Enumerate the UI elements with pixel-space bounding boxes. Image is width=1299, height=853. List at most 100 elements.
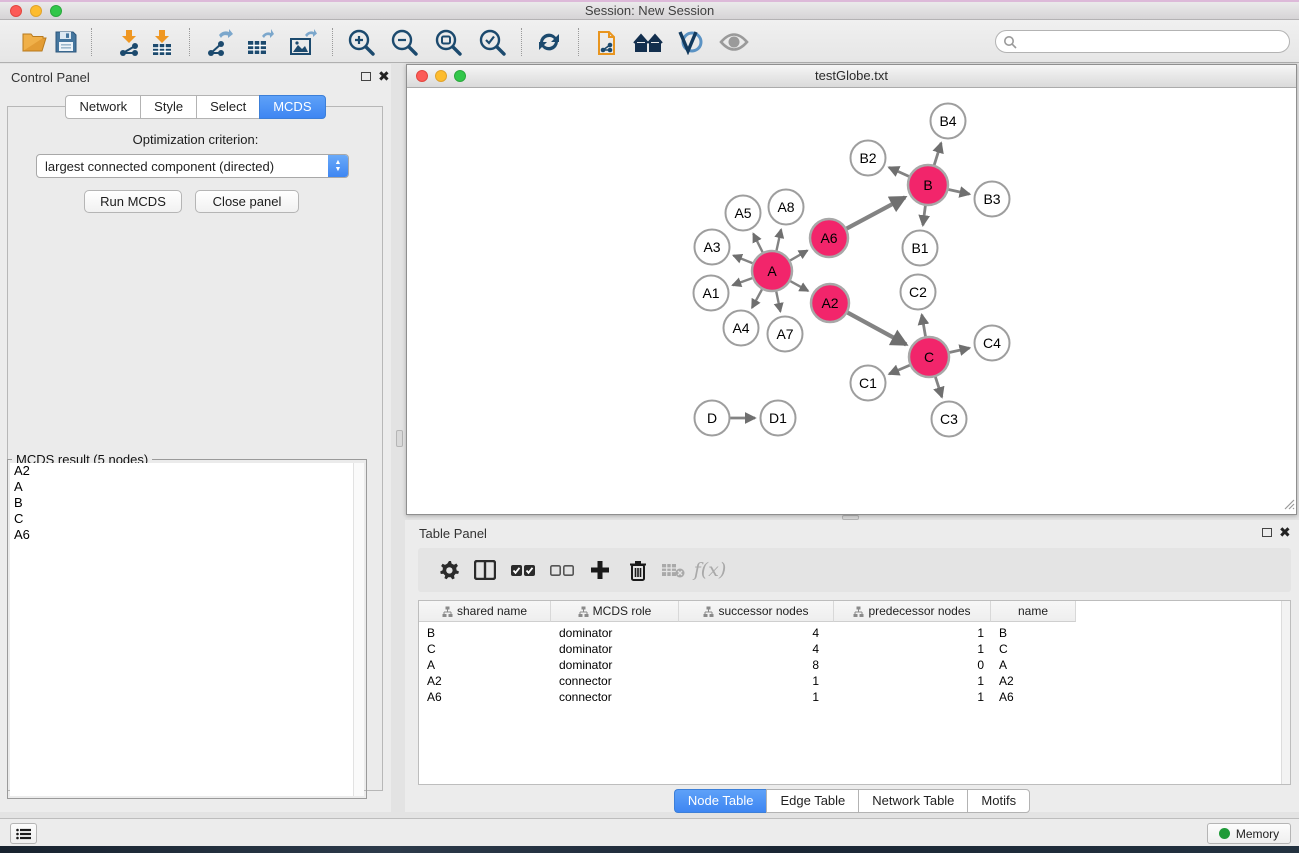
graph-node-a7[interactable]: A7 <box>768 317 803 352</box>
unselect-all-columns-icon[interactable] <box>547 555 577 585</box>
graph-node-b2[interactable]: B2 <box>851 141 886 176</box>
export-table-icon[interactable] <box>244 26 276 58</box>
graph-node-c2[interactable]: C2 <box>901 275 936 310</box>
tab-network-table[interactable]: Network Table <box>858 789 967 813</box>
optimization-criterion-select[interactable]: largest connected component (directed) ▲… <box>36 154 349 178</box>
graph-node-c4[interactable]: C4 <box>975 326 1010 361</box>
vertical-splitter-handle[interactable] <box>396 430 403 447</box>
graph-node-d1[interactable]: D1 <box>761 401 796 436</box>
table-cell[interactable]: 1 <box>834 625 984 641</box>
table-cell[interactable]: A <box>427 657 537 673</box>
list-item[interactable]: A6 <box>10 527 355 543</box>
table-cell[interactable]: C <box>999 641 1069 657</box>
graph-node-d[interactable]: D <box>695 401 730 436</box>
column-header-name[interactable]: name <box>991 601 1076 622</box>
list-item[interactable]: B <box>10 495 355 511</box>
list-scrollbar[interactable] <box>353 463 364 796</box>
graph-node-a4[interactable]: A4 <box>724 311 759 346</box>
close-panel-button[interactable]: Close panel <box>195 190 299 213</box>
graph-node-a1[interactable]: A1 <box>694 276 729 311</box>
tab-motifs[interactable]: Motifs <box>967 789 1030 813</box>
graph-node-c1[interactable]: C1 <box>851 366 886 401</box>
graph-node-b[interactable]: B <box>908 165 948 205</box>
apply-layout-icon[interactable] <box>533 26 565 58</box>
list-item[interactable]: A <box>10 479 355 495</box>
float-table-panel-icon[interactable] <box>1262 528 1272 537</box>
table-cell[interactable]: dominator <box>559 625 669 641</box>
table-cell[interactable]: 4 <box>679 641 819 657</box>
list-item[interactable]: C <box>10 511 355 527</box>
column-header-predecessor-nodes[interactable]: predecessor nodes <box>834 601 991 622</box>
select-all-columns-icon[interactable] <box>508 555 538 585</box>
tab-select[interactable]: Select <box>196 95 259 119</box>
table-cell[interactable]: connector <box>559 689 669 705</box>
list-item[interactable]: A2 <box>10 463 355 479</box>
tab-edge-table[interactable]: Edge Table <box>766 789 858 813</box>
table-scrollbar[interactable] <box>1281 601 1290 784</box>
table-cell[interactable]: connector <box>559 673 669 689</box>
table-options-gear-icon[interactable] <box>434 555 464 585</box>
graph-node-a6[interactable]: A6 <box>810 219 848 257</box>
node-table[interactable]: shared name MCDS role successor nodes pr… <box>418 600 1291 785</box>
graph-node-a5[interactable]: A5 <box>726 196 761 231</box>
table-cell[interactable]: 4 <box>679 625 819 641</box>
table-cell[interactable]: dominator <box>559 657 669 673</box>
table-cell[interactable]: A2 <box>427 673 537 689</box>
minimize-window-button[interactable] <box>30 5 42 17</box>
show-all-icon[interactable] <box>718 26 750 58</box>
table-cell[interactable]: 1 <box>679 689 819 705</box>
search-field[interactable] <box>995 30 1290 53</box>
tab-network[interactable]: Network <box>65 95 140 119</box>
table-cell[interactable]: 8 <box>679 657 819 673</box>
first-neighbors-icon[interactable] <box>632 26 664 58</box>
save-session-icon[interactable] <box>50 26 82 58</box>
open-session-icon[interactable] <box>18 26 50 58</box>
window-resize-grip[interactable] <box>1281 496 1295 513</box>
table-cell[interactable]: C <box>427 641 537 657</box>
float-panel-icon[interactable] <box>361 72 371 81</box>
table-cell[interactable]: A2 <box>999 673 1069 689</box>
search-input[interactable] <box>1017 35 1267 49</box>
close-panel-icon[interactable]: ✖ <box>378 68 390 85</box>
mcds-result-list[interactable]: A2 A B C A6 <box>10 463 355 796</box>
graph-node-a[interactable]: A <box>752 251 792 291</box>
graph-node-a3[interactable]: A3 <box>695 230 730 265</box>
close-window-button[interactable] <box>10 5 22 17</box>
graph-node-a8[interactable]: A8 <box>769 190 804 225</box>
create-column-icon[interactable] <box>585 555 615 585</box>
tab-node-table[interactable]: Node Table <box>674 789 767 813</box>
table-cell[interactable]: B <box>427 625 537 641</box>
table-cell[interactable]: dominator <box>559 641 669 657</box>
table-cell[interactable]: 1 <box>679 673 819 689</box>
graph-node-c3[interactable]: C3 <box>932 402 967 437</box>
zoom-network-button[interactable] <box>454 70 466 82</box>
network-window-titlebar[interactable]: testGlobe.txt <box>407 65 1296 88</box>
import-network-icon[interactable] <box>113 26 145 58</box>
show-panels-list-button[interactable] <box>10 823 37 844</box>
import-table-icon[interactable] <box>146 26 178 58</box>
graph-node-a2[interactable]: A2 <box>811 284 849 322</box>
zoom-fit-icon[interactable] <box>432 26 464 58</box>
graph-node-b1[interactable]: B1 <box>903 231 938 266</box>
tab-style[interactable]: Style <box>140 95 196 119</box>
new-network-from-selection-icon[interactable] <box>590 26 622 58</box>
column-header-successor-nodes[interactable]: successor nodes <box>679 601 834 622</box>
zoom-out-icon[interactable] <box>388 26 420 58</box>
zoom-selected-icon[interactable] <box>476 26 508 58</box>
table-cell[interactable]: 1 <box>834 641 984 657</box>
minimize-network-button[interactable] <box>435 70 447 82</box>
table-cell[interactable]: B <box>999 625 1069 641</box>
export-image-icon[interactable] <box>287 26 319 58</box>
network-canvas[interactable]: B4 B2 B B3 A5 A8 A6 A3 B1 A C2 A1 A2 A4 … <box>407 88 1296 514</box>
graph-node-c[interactable]: C <box>909 337 949 377</box>
tab-mcds[interactable]: MCDS <box>259 95 325 119</box>
graph-node-b3[interactable]: B3 <box>975 182 1010 217</box>
close-network-button[interactable] <box>416 70 428 82</box>
table-cell[interactable]: 1 <box>834 673 984 689</box>
table-cell[interactable]: A6 <box>999 689 1069 705</box>
table-cell[interactable]: 1 <box>834 689 984 705</box>
zoom-in-icon[interactable] <box>345 26 377 58</box>
column-header-shared-name[interactable]: shared name <box>419 601 551 622</box>
hide-selection-icon[interactable] <box>674 26 706 58</box>
memory-button[interactable]: Memory <box>1207 823 1291 844</box>
